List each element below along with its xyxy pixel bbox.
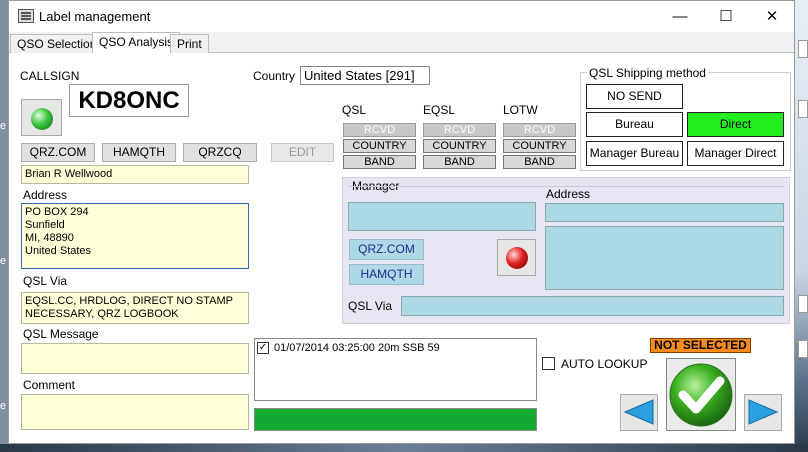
window-title: Label management xyxy=(39,9,151,24)
eqsl-rcvd-button[interactable]: RCVD xyxy=(423,123,496,137)
green-status-icon xyxy=(31,108,53,130)
address-field[interactable]: PO BOX 294 Sunfield MI, 48890 United Sta… xyxy=(21,203,249,269)
manager-address-label: Address xyxy=(546,187,591,201)
desktop-background-left: eee xyxy=(0,0,8,452)
tab-print[interactable]: Print xyxy=(170,34,209,53)
arrow-right-icon xyxy=(748,399,779,425)
qsl-country-button[interactable]: COUNTRY xyxy=(343,139,416,153)
qsl-via-field[interactable]: EQSL.CC, HRDLOG, DIRECT NO STAMP NECESSA… xyxy=(21,292,249,324)
confirm-button[interactable] xyxy=(666,358,736,431)
auto-lookup-checkbox[interactable] xyxy=(542,357,555,370)
shipping-method-legend: QSL Shipping method xyxy=(587,66,708,80)
qsl-message-label: QSL Message xyxy=(23,327,99,341)
label-management-window: Label management — ☐ ✕ QSO Selection QSO… xyxy=(8,0,795,444)
desktop-background-bottom xyxy=(0,444,808,452)
qso-item-checkbox[interactable]: ✓ xyxy=(257,342,269,354)
arrow-left-icon xyxy=(623,399,654,425)
qso-list-item[interactable]: ✓ 01/07/2014 03:25:00 20m SSB 59 xyxy=(257,342,440,354)
qsl-message-field[interactable] xyxy=(21,343,249,374)
country-value: United States [291] xyxy=(300,66,430,85)
lookup-status-button[interactable] xyxy=(21,99,62,136)
app-icon xyxy=(18,9,34,23)
manager-qrz-button[interactable]: QRZ.COM xyxy=(349,239,424,260)
manager-name-field[interactable] xyxy=(545,203,784,222)
progress-bar xyxy=(254,408,537,431)
manager-lookup-status-button[interactable] xyxy=(497,239,536,276)
manager-hamqth-button[interactable]: HAMQTH xyxy=(349,264,424,285)
title-bar: Label management — ☐ ✕ xyxy=(9,1,794,32)
manager-bureau-button[interactable]: Manager Bureau xyxy=(586,141,683,166)
bureau-button[interactable]: Bureau xyxy=(586,112,683,137)
lotw-country-button[interactable]: COUNTRY xyxy=(503,139,576,153)
callsign-value: KD8ONC xyxy=(69,84,189,117)
hamqth-button[interactable]: HAMQTH xyxy=(102,143,176,162)
lotw-column-header: LOTW xyxy=(503,103,538,117)
qso-analysis-panel: CALLSIGN KD8ONC Country United States [2… xyxy=(9,53,794,443)
maximize-button[interactable]: ☐ xyxy=(703,1,749,32)
qsl-via-label: QSL Via xyxy=(23,274,68,288)
lotw-band-button[interactable]: BAND xyxy=(503,155,576,169)
desktop-background-right xyxy=(795,0,808,452)
qso-item-text: 01/07/2014 03:25:00 20m SSB 59 xyxy=(274,342,440,354)
progress-fill xyxy=(255,409,536,430)
close-button[interactable]: ✕ xyxy=(749,1,795,32)
address-label: Address xyxy=(23,188,68,202)
auto-lookup-label: AUTO LOOKUP xyxy=(561,357,648,371)
comment-field[interactable] xyxy=(21,394,249,430)
no-send-button[interactable]: NO SEND xyxy=(586,84,683,109)
callsign-label: CALLSIGN xyxy=(20,69,80,83)
manager-direct-button[interactable]: Manager Direct xyxy=(687,141,784,166)
qsl-band-button[interactable]: BAND xyxy=(343,155,416,169)
eqsl-column-header: EQSL xyxy=(423,103,456,117)
next-button[interactable] xyxy=(744,394,782,431)
confirm-check-icon xyxy=(669,363,733,427)
edit-button[interactable]: EDIT xyxy=(271,143,334,162)
manager-qsl-via-label: QSL Via xyxy=(348,299,393,313)
tab-strip: QSO Selection QSO Analysis Print xyxy=(9,32,794,53)
lotw-rcvd-button[interactable]: RCVD xyxy=(503,123,576,137)
manager-address-field[interactable] xyxy=(545,226,784,290)
qsl-column-header: QSL xyxy=(342,103,367,117)
name-field[interactable]: Brian R Wellwood xyxy=(21,165,249,184)
manager-callsign-field[interactable] xyxy=(348,202,536,231)
eqsl-band-button[interactable]: BAND xyxy=(423,155,496,169)
tab-qso-selection[interactable]: QSO Selection xyxy=(10,34,104,53)
qsl-rcvd-button[interactable]: RCVD xyxy=(343,123,416,137)
qrz-button[interactable]: QRZ.COM xyxy=(21,143,95,162)
tab-qso-analysis[interactable]: QSO Analysis xyxy=(92,32,181,53)
direct-button[interactable]: Direct xyxy=(687,112,784,137)
qrzcq-button[interactable]: QRZCQ xyxy=(183,143,257,162)
minimize-button[interactable]: — xyxy=(657,1,703,32)
red-status-icon xyxy=(506,247,528,269)
previous-button[interactable] xyxy=(620,394,658,431)
comment-label: Comment xyxy=(23,378,76,392)
status-badge: NOT SELECTED xyxy=(650,338,751,353)
manager-panel: Manager Address QRZ.COM HAMQTH QSL Via xyxy=(342,177,790,324)
manager-qsl-via-field[interactable] xyxy=(401,296,784,316)
eqsl-country-button[interactable]: COUNTRY xyxy=(423,139,496,153)
country-label: Country xyxy=(253,69,296,83)
qso-list: ✓ 01/07/2014 03:25:00 20m SSB 59 xyxy=(254,338,537,401)
